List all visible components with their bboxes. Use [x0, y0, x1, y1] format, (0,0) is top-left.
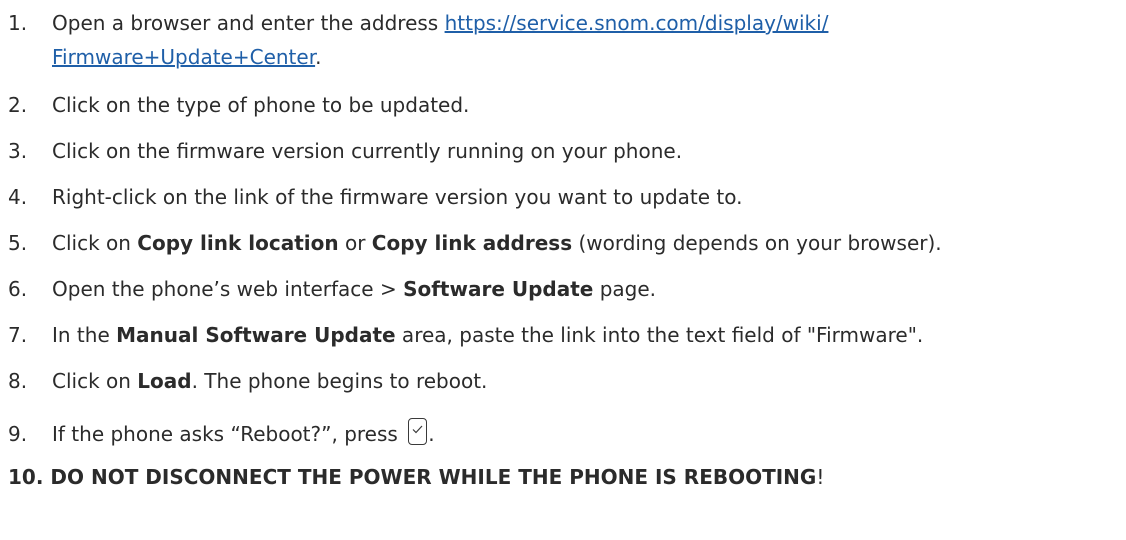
step-8: 8. Click on Load. The phone begins to reb… [8, 368, 487, 394]
step-text: In the [52, 323, 117, 347]
step-text: . [428, 422, 435, 446]
step-4: 4. Right-click on the link of the firmwar… [8, 184, 742, 210]
step-number: 7. [8, 323, 28, 347]
checkmark-key-icon [408, 418, 428, 445]
step-text: area, paste the link into the text field… [395, 323, 924, 347]
step-number: 5. [8, 231, 28, 255]
step-text: Click on the firmware version currently … [52, 139, 683, 163]
step-text: or [338, 231, 372, 255]
menu-option-copy-link-location: Copy link location [137, 231, 339, 255]
step-text: Right-click on the link of the firmware … [52, 185, 743, 209]
firmware-update-instructions: 1. Open a browser and enter the address h… [0, 0, 1126, 540]
area-name-manual-software-update: Manual Software Update [116, 323, 396, 347]
step-number: 6. [8, 277, 28, 301]
step-text: . [315, 45, 322, 69]
step-1-continuation: Firmware+Update+Center. [52, 44, 321, 70]
step-text: If the phone asks “Reboot?”, press [52, 422, 405, 446]
step-text: . The phone begins to reboot. [191, 369, 488, 393]
firmware-update-center-link[interactable]: https://service.snom.com/display/wiki/ [445, 11, 829, 35]
step-text: Click on the type of phone to be updated… [52, 93, 470, 117]
step-7: 7. In the Manual Software Update area, pa… [8, 322, 923, 348]
step-1: 1. Open a browser and enter the address h… [8, 10, 828, 36]
step-6: 6. Open the phone’s web interface > Softw… [8, 276, 656, 302]
firmware-update-center-link-continued[interactable]: Firmware+Update+Center [52, 45, 315, 69]
step-text: Click on [52, 231, 138, 255]
step-text: Open a browser and enter the address [52, 11, 445, 35]
page-name-software-update: Software Update [403, 277, 594, 301]
menu-option-copy-link-address: Copy link address [371, 231, 573, 255]
step-number: 3. [8, 139, 28, 163]
step-text: Open the phone’s web interface > [52, 277, 404, 301]
step-number: 9. [8, 422, 28, 446]
step-number: 1. [8, 11, 28, 35]
step-number: 2. [8, 93, 28, 117]
step-number: 8. [8, 369, 28, 393]
button-name-load: Load [137, 369, 192, 393]
step-text: Click on [52, 369, 138, 393]
step-number: 4. [8, 185, 28, 209]
step-9: 9. If the phone asks “Reboot?”, press . [8, 418, 435, 447]
warning-exclamation: ! [816, 465, 825, 489]
step-3: 3. Click on the firmware version currentl… [8, 138, 682, 164]
reboot-warning: 10. DO NOT DISCONNECT THE POWER WHILE TH… [8, 464, 824, 490]
step-text: (wording depends on your browser). [572, 231, 942, 255]
step-5: 5. Click on Copy link location or Copy li… [8, 230, 942, 256]
step-text: page. [593, 277, 657, 301]
step-2: 2. Click on the type of phone to be updat… [8, 92, 469, 118]
warning-text: 10. DO NOT DISCONNECT THE POWER WHILE TH… [8, 465, 817, 489]
